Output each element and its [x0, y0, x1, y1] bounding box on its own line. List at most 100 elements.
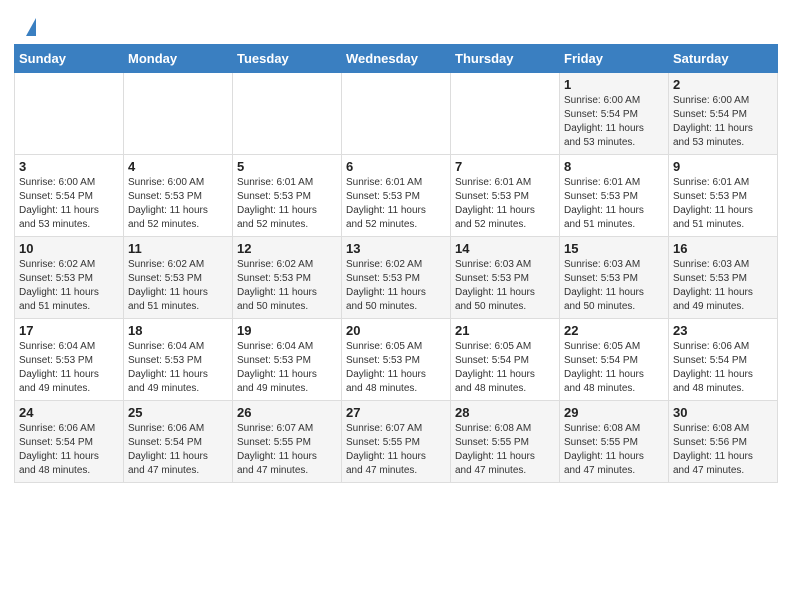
- day-number: 27: [346, 405, 446, 420]
- calendar-cell: [342, 73, 451, 155]
- day-of-week-header: Sunday: [15, 45, 124, 73]
- calendar-week-row: 24Sunrise: 6:06 AM Sunset: 5:54 PM Dayli…: [15, 401, 778, 483]
- calendar-cell: 3Sunrise: 6:00 AM Sunset: 5:54 PM Daylig…: [15, 155, 124, 237]
- day-info: Sunrise: 6:01 AM Sunset: 5:53 PM Dayligh…: [564, 176, 664, 232]
- day-number: 14: [455, 241, 555, 256]
- calendar-cell: 30 Sunrise: 6:08 AM Sunset: 5:56 PM Dayli…: [669, 401, 778, 483]
- day-info: Sunrise: 6:05 AM Sunset: 5:54 PM Dayligh…: [564, 340, 664, 396]
- day-info: Sunrise: 6:08 AM Sunset: 5:55 PM Dayligh…: [564, 422, 664, 478]
- day-number: 1: [564, 77, 664, 92]
- calendar-cell: 8 Sunrise: 6:01 AM Sunset: 5:53 PM Daylig…: [560, 155, 669, 237]
- day-info: Sunrise: 6:05 AM Sunset: 5:53 PM Dayligh…: [346, 340, 446, 396]
- day-number: 3: [19, 159, 119, 174]
- day-info: Sunrise: 6:02 AM Sunset: 5:53 PM Dayligh…: [237, 258, 337, 314]
- calendar-cell: 2 Sunrise: 6:00 AM Sunset: 5:54 PM Daylig…: [669, 73, 778, 155]
- calendar-cell: 11 Sunrise: 6:02 AM Sunset: 5:53 PM Dayli…: [124, 237, 233, 319]
- day-of-week-header: Tuesday: [233, 45, 342, 73]
- day-info: Sunrise: 6:03 AM Sunset: 5:53 PM Dayligh…: [564, 258, 664, 314]
- calendar-cell: 25 Sunrise: 6:06 AM Sunset: 5:54 PM Dayli…: [124, 401, 233, 483]
- day-number: 16: [673, 241, 773, 256]
- day-number: 15: [564, 241, 664, 256]
- day-number: 25: [128, 405, 228, 420]
- day-number: 7: [455, 159, 555, 174]
- day-info: Sunrise: 6:03 AM Sunset: 5:53 PM Dayligh…: [673, 258, 773, 314]
- calendar-cell: [124, 73, 233, 155]
- calendar-cell: 14 Sunrise: 6:03 AM Sunset: 5:53 PM Dayli…: [451, 237, 560, 319]
- day-info: Sunrise: 6:00 AM Sunset: 5:54 PM Dayligh…: [564, 94, 664, 150]
- day-number: 21: [455, 323, 555, 338]
- day-number: 13: [346, 241, 446, 256]
- day-info: Sunrise: 6:00 AM Sunset: 5:53 PM Dayligh…: [128, 176, 228, 232]
- day-number: 30: [673, 405, 773, 420]
- calendar-week-row: 10 Sunrise: 6:02 AM Sunset: 5:53 PM Dayli…: [15, 237, 778, 319]
- calendar-week-row: 1 Sunrise: 6:00 AM Sunset: 5:54 PM Daylig…: [15, 73, 778, 155]
- day-number: 8: [564, 159, 664, 174]
- day-info: Sunrise: 6:05 AM Sunset: 5:54 PM Dayligh…: [455, 340, 555, 396]
- day-info: Sunrise: 6:01 AM Sunset: 5:53 PM Dayligh…: [346, 176, 446, 232]
- day-number: 28: [455, 405, 555, 420]
- day-number: 29: [564, 405, 664, 420]
- day-number: 23: [673, 323, 773, 338]
- calendar-table: SundayMondayTuesdayWednesdayThursdayFrid…: [14, 44, 778, 483]
- calendar-cell: [15, 73, 124, 155]
- calendar-cell: 13 Sunrise: 6:02 AM Sunset: 5:53 PM Dayli…: [342, 237, 451, 319]
- day-info: Sunrise: 6:04 AM Sunset: 5:53 PM Dayligh…: [128, 340, 228, 396]
- calendar-cell: 4Sunrise: 6:00 AM Sunset: 5:53 PM Daylig…: [124, 155, 233, 237]
- day-of-week-header: Saturday: [669, 45, 778, 73]
- day-info: Sunrise: 6:00 AM Sunset: 5:54 PM Dayligh…: [673, 94, 773, 150]
- day-info: Sunrise: 6:02 AM Sunset: 5:53 PM Dayligh…: [19, 258, 119, 314]
- day-number: 9: [673, 159, 773, 174]
- day-number: 26: [237, 405, 337, 420]
- day-number: 17: [19, 323, 119, 338]
- day-info: Sunrise: 6:04 AM Sunset: 5:53 PM Dayligh…: [19, 340, 119, 396]
- calendar-cell: 1 Sunrise: 6:00 AM Sunset: 5:54 PM Daylig…: [560, 73, 669, 155]
- calendar-cell: 26 Sunrise: 6:07 AM Sunset: 5:55 PM Dayli…: [233, 401, 342, 483]
- logo-triangle-icon: [26, 18, 36, 36]
- day-info: Sunrise: 6:06 AM Sunset: 5:54 PM Dayligh…: [128, 422, 228, 478]
- calendar-cell: 15 Sunrise: 6:03 AM Sunset: 5:53 PM Dayli…: [560, 237, 669, 319]
- calendar-cell: 29 Sunrise: 6:08 AM Sunset: 5:55 PM Dayli…: [560, 401, 669, 483]
- calendar-cell: 27 Sunrise: 6:07 AM Sunset: 5:55 PM Dayli…: [342, 401, 451, 483]
- day-number: 10: [19, 241, 119, 256]
- calendar-cell: 17 Sunrise: 6:04 AM Sunset: 5:53 PM Dayli…: [15, 319, 124, 401]
- calendar-cell: 5 Sunrise: 6:01 AM Sunset: 5:53 PM Daylig…: [233, 155, 342, 237]
- day-info: Sunrise: 6:02 AM Sunset: 5:53 PM Dayligh…: [128, 258, 228, 314]
- day-info: Sunrise: 6:07 AM Sunset: 5:55 PM Dayligh…: [237, 422, 337, 478]
- day-number: 22: [564, 323, 664, 338]
- day-info: Sunrise: 6:06 AM Sunset: 5:54 PM Dayligh…: [19, 422, 119, 478]
- day-number: 6: [346, 159, 446, 174]
- page: SundayMondayTuesdayWednesdayThursdayFrid…: [0, 0, 792, 612]
- calendar-week-row: 17 Sunrise: 6:04 AM Sunset: 5:53 PM Dayli…: [15, 319, 778, 401]
- logo: [24, 18, 36, 36]
- calendar-cell: 16 Sunrise: 6:03 AM Sunset: 5:53 PM Dayli…: [669, 237, 778, 319]
- day-info: Sunrise: 6:08 AM Sunset: 5:55 PM Dayligh…: [455, 422, 555, 478]
- calendar-cell: 22 Sunrise: 6:05 AM Sunset: 5:54 PM Dayli…: [560, 319, 669, 401]
- day-info: Sunrise: 6:02 AM Sunset: 5:53 PM Dayligh…: [346, 258, 446, 314]
- day-info: Sunrise: 6:06 AM Sunset: 5:54 PM Dayligh…: [673, 340, 773, 396]
- day-of-week-header: Wednesday: [342, 45, 451, 73]
- day-of-week-header: Monday: [124, 45, 233, 73]
- calendar-cell: 6 Sunrise: 6:01 AM Sunset: 5:53 PM Daylig…: [342, 155, 451, 237]
- calendar-cell: 19 Sunrise: 6:04 AM Sunset: 5:53 PM Dayli…: [233, 319, 342, 401]
- day-of-week-header: Thursday: [451, 45, 560, 73]
- day-info: Sunrise: 6:04 AM Sunset: 5:53 PM Dayligh…: [237, 340, 337, 396]
- day-info: Sunrise: 6:07 AM Sunset: 5:55 PM Dayligh…: [346, 422, 446, 478]
- day-number: 5: [237, 159, 337, 174]
- day-info: Sunrise: 6:01 AM Sunset: 5:53 PM Dayligh…: [455, 176, 555, 232]
- day-info: Sunrise: 6:03 AM Sunset: 5:53 PM Dayligh…: [455, 258, 555, 314]
- calendar-cell: [233, 73, 342, 155]
- calendar-cell: 12 Sunrise: 6:02 AM Sunset: 5:53 PM Dayli…: [233, 237, 342, 319]
- day-number: 19: [237, 323, 337, 338]
- day-info: Sunrise: 6:08 AM Sunset: 5:56 PM Dayligh…: [673, 422, 773, 478]
- calendar-cell: 20Sunrise: 6:05 AM Sunset: 5:53 PM Dayli…: [342, 319, 451, 401]
- calendar-cell: [451, 73, 560, 155]
- calendar-cell: 10 Sunrise: 6:02 AM Sunset: 5:53 PM Dayli…: [15, 237, 124, 319]
- day-number: 2: [673, 77, 773, 92]
- day-number: 11: [128, 241, 228, 256]
- calendar-cell: 7 Sunrise: 6:01 AM Sunset: 5:53 PM Daylig…: [451, 155, 560, 237]
- day-number: 12: [237, 241, 337, 256]
- day-info: Sunrise: 6:01 AM Sunset: 5:53 PM Dayligh…: [237, 176, 337, 232]
- calendar-header-row: SundayMondayTuesdayWednesdayThursdayFrid…: [15, 45, 778, 73]
- calendar-cell: 23 Sunrise: 6:06 AM Sunset: 5:54 PM Dayli…: [669, 319, 778, 401]
- calendar-cell: 24Sunrise: 6:06 AM Sunset: 5:54 PM Dayli…: [15, 401, 124, 483]
